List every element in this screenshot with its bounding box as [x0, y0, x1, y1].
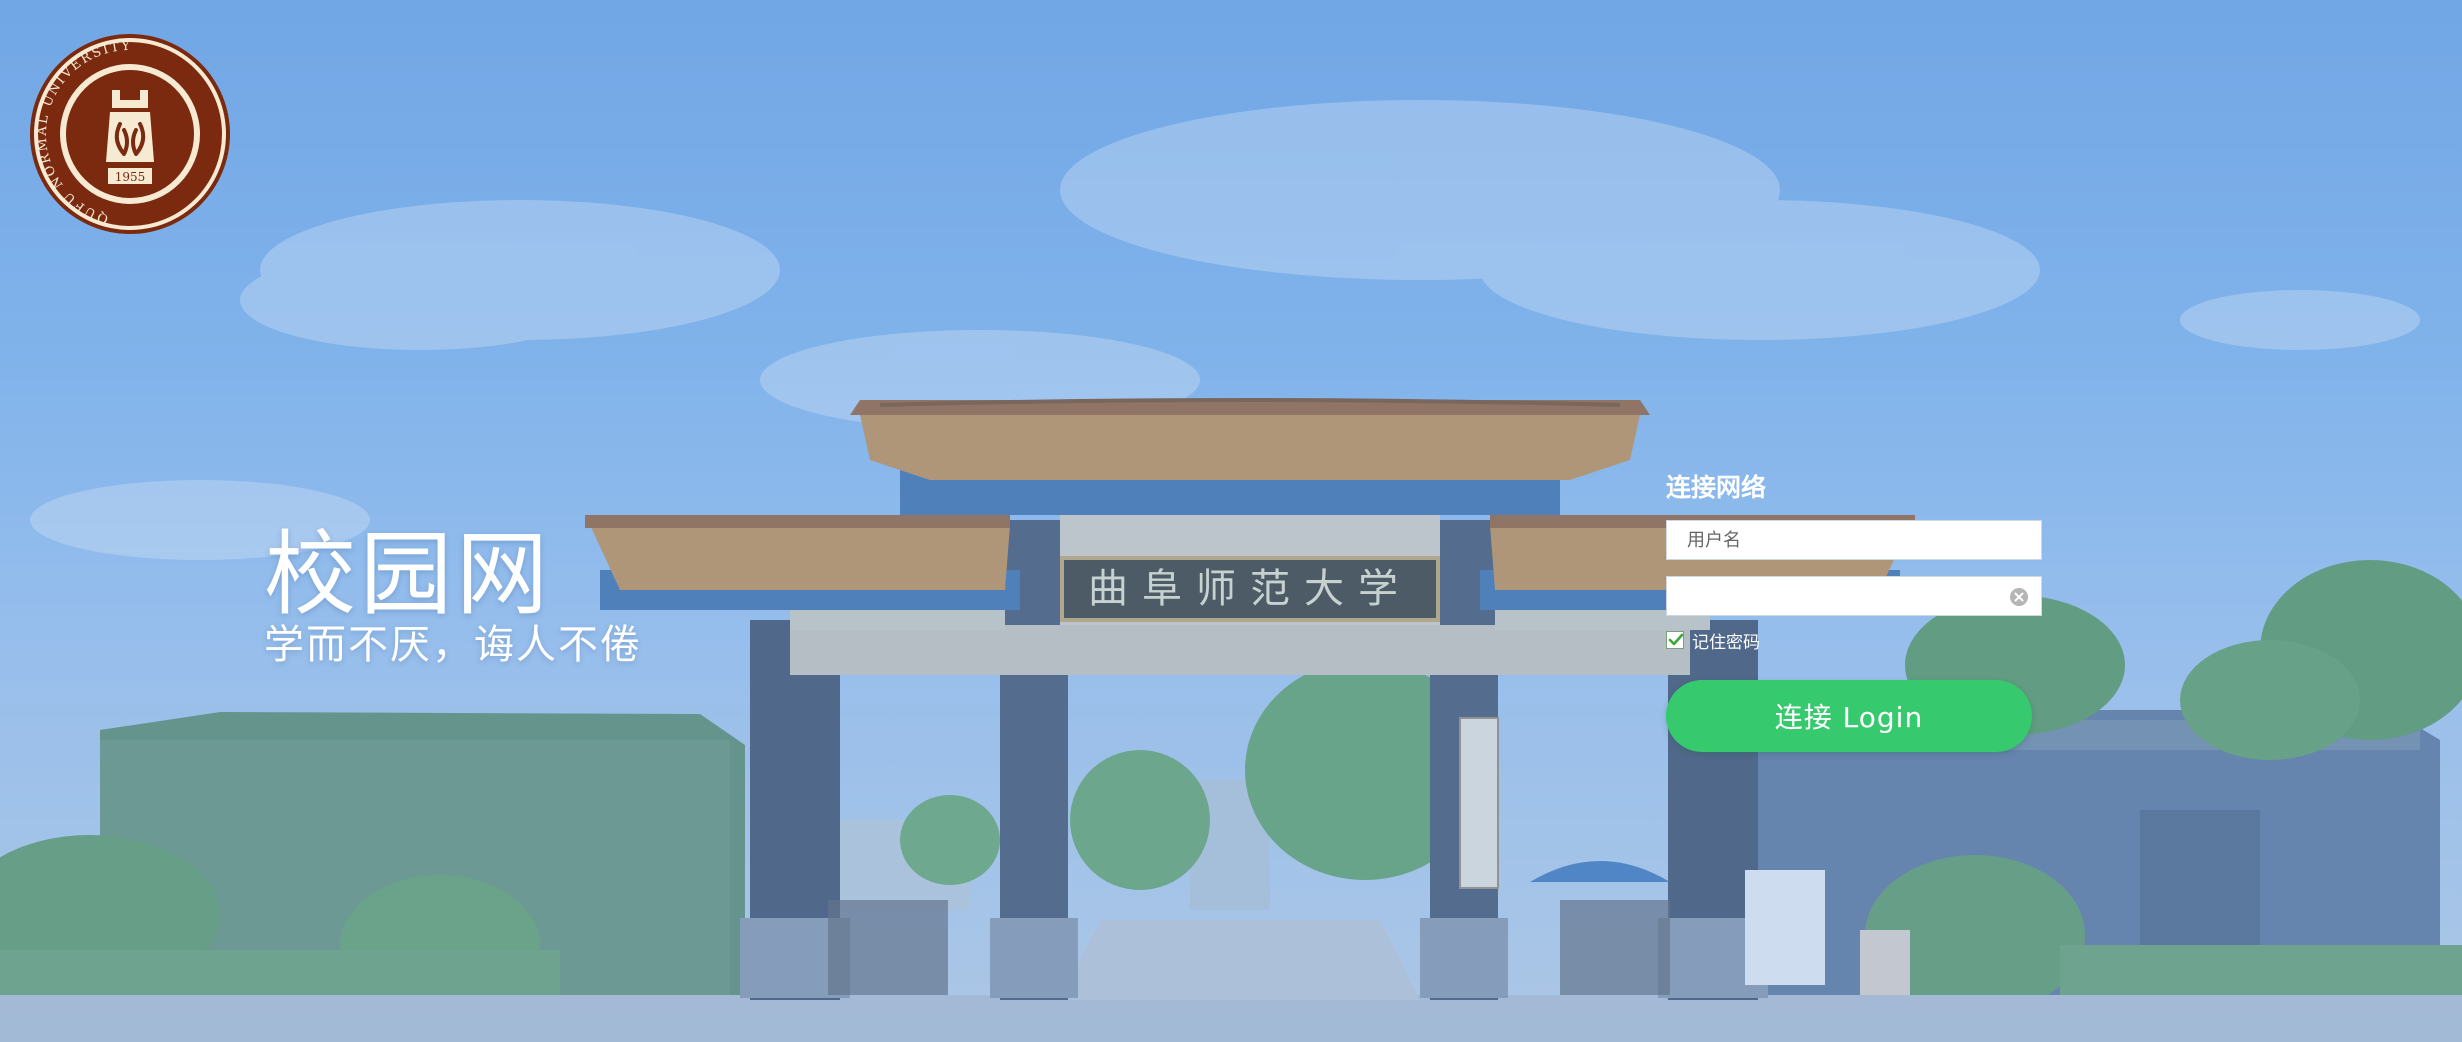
login-form: 连接网络 记住密码 连接 Login: [1666, 472, 2042, 752]
checkmark-icon: [1668, 633, 1684, 646]
page-subtitle: 学而不厌，诲人不倦: [264, 622, 642, 668]
password-input[interactable]: [1667, 577, 2041, 615]
logo-year: 1955: [115, 170, 146, 184]
username-input[interactable]: [1667, 521, 2041, 559]
remember-password-row: 记住密码: [1666, 628, 2042, 653]
password-field-wrapper: [1666, 576, 2042, 616]
remember-checkbox[interactable]: [1666, 631, 1684, 649]
clear-icon[interactable]: [2009, 587, 2029, 607]
remember-label: 记住密码: [1692, 632, 1760, 653]
login-title: 连接网络: [1666, 473, 1767, 502]
university-logo: QUFU NORMAL UNIVERSITY 1955: [30, 34, 230, 234]
login-button[interactable]: 连接 Login: [1666, 680, 2032, 752]
username-field-wrapper: [1666, 520, 2042, 560]
